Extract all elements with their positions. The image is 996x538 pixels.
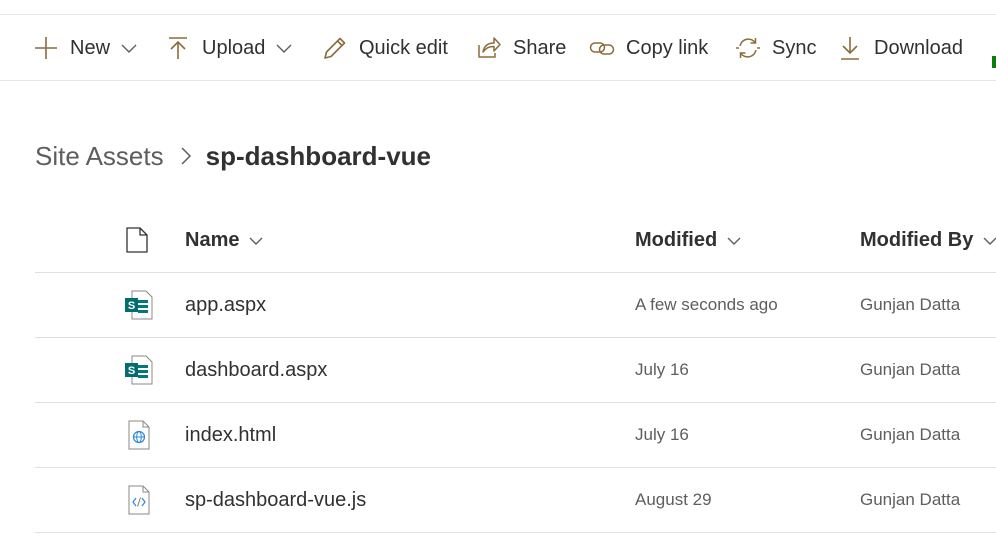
share-button[interactable]: Share: [476, 15, 566, 81]
modified-column-label: Modified: [635, 228, 718, 251]
breadcrumb: Site Assets sp-dashboard-vue: [35, 136, 431, 176]
share-label: Share: [513, 36, 567, 59]
upload-icon: [165, 35, 191, 61]
download-label: Download: [874, 36, 963, 59]
modified-by-column-header[interactable]: Modified By: [860, 208, 996, 272]
name-column-label: Name: [185, 228, 240, 251]
sync-icon: [735, 35, 761, 61]
plus-icon: [33, 35, 59, 61]
chevron-down-icon: [982, 232, 996, 248]
chevron-down-icon: [275, 39, 293, 57]
code-file-icon: [124, 484, 154, 516]
modified-column-header[interactable]: Modified: [635, 208, 742, 272]
file-modified-by: Gunjan Datta: [860, 360, 961, 379]
file-modified: July 16: [635, 425, 689, 444]
breadcrumb-current: sp-dashboard-vue: [205, 140, 431, 171]
file-name[interactable]: index.html: [185, 403, 276, 467]
file-name[interactable]: dashboard.aspx: [185, 338, 327, 402]
svg-text:S: S: [128, 300, 135, 312]
quick-edit-label: Quick edit: [359, 36, 448, 59]
chevron-right-icon: [176, 146, 196, 166]
file-type-column-icon[interactable]: [126, 227, 148, 253]
name-column-header[interactable]: Name: [185, 208, 264, 272]
pencil-icon: [322, 35, 348, 61]
share-icon: [476, 35, 502, 61]
sharepoint-page-icon: S: [124, 289, 154, 321]
upload-button[interactable]: Upload: [165, 15, 293, 81]
file-list: Name Modified Modified By S app.aspx A f…: [35, 208, 996, 533]
download-button[interactable]: Download: [837, 15, 963, 81]
file-modified-by: Gunjan Datta: [860, 295, 961, 314]
modified-by-column-label: Modified By: [860, 228, 974, 251]
file-modified-by: Gunjan Datta: [860, 425, 961, 444]
sync-button[interactable]: Sync: [735, 15, 816, 81]
command-bar: New Upload Quick edit Share Copy link Sy…: [0, 15, 996, 81]
chevron-down-icon: [248, 232, 264, 248]
more-commands-icon[interactable]: [992, 56, 996, 68]
list-header: Name Modified Modified By: [35, 208, 996, 273]
file-modified: August 29: [635, 490, 712, 509]
file-modified-by: Gunjan Datta: [860, 490, 961, 509]
file-modified: July 16: [635, 360, 689, 379]
download-icon: [837, 35, 863, 61]
table-row[interactable]: S app.aspx A few seconds ago Gunjan Datt…: [35, 273, 996, 338]
copy-link-label: Copy link: [626, 36, 709, 59]
new-button[interactable]: New: [33, 15, 138, 81]
file-name[interactable]: sp-dashboard-vue.js: [185, 468, 366, 532]
document-library-page: New Upload Quick edit Share Copy link Sy…: [0, 0, 996, 538]
chevron-down-icon: [120, 39, 138, 57]
file-modified: A few seconds ago: [635, 295, 778, 314]
chevron-down-icon: [726, 232, 742, 248]
html-file-icon: [124, 419, 154, 451]
table-row[interactable]: S dashboard.aspx July 16 Gunjan Datta: [35, 338, 996, 403]
table-row[interactable]: sp-dashboard-vue.js August 29 Gunjan Dat…: [35, 468, 996, 533]
file-name[interactable]: app.aspx: [185, 273, 266, 337]
sharepoint-page-icon: S: [124, 354, 154, 386]
upload-label: Upload: [202, 36, 266, 59]
link-icon: [589, 35, 615, 61]
sync-label: Sync: [772, 36, 817, 59]
svg-text:S: S: [128, 365, 135, 377]
breadcrumb-root-link[interactable]: Site Assets: [35, 141, 164, 172]
quick-edit-button[interactable]: Quick edit: [322, 15, 448, 81]
copy-link-button[interactable]: Copy link: [589, 15, 708, 81]
new-label: New: [70, 36, 111, 59]
table-row[interactable]: index.html July 16 Gunjan Datta: [35, 403, 996, 468]
